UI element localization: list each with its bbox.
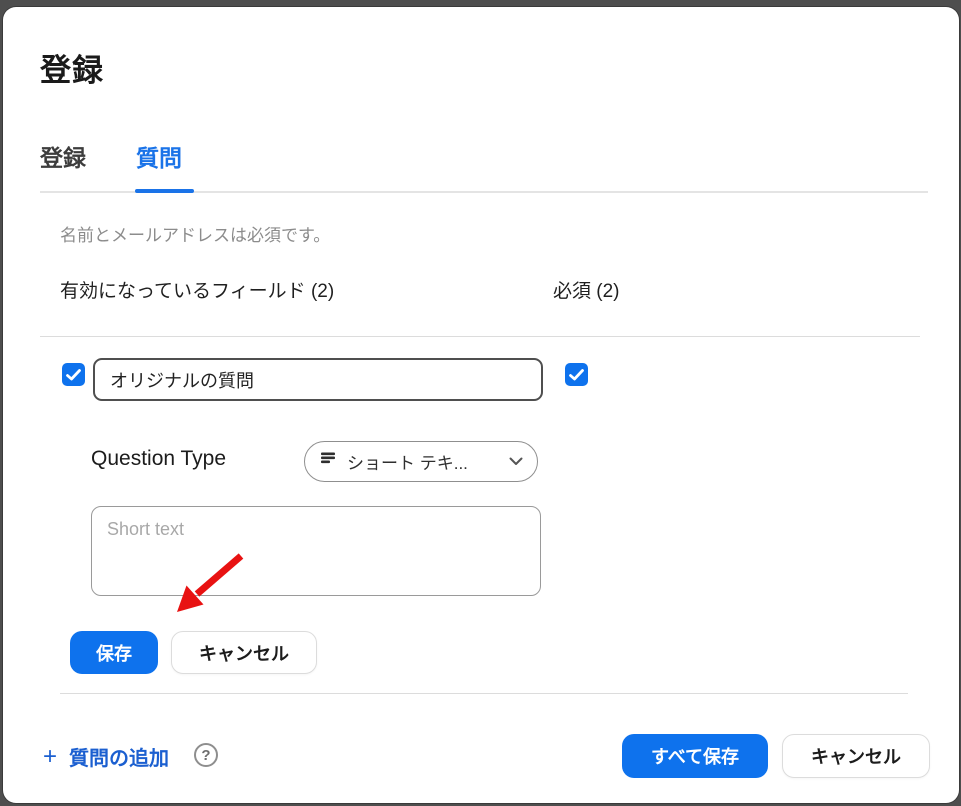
footer-divider — [60, 693, 908, 694]
tab-questions[interactable]: 質問 — [136, 139, 182, 173]
save-all-button[interactable]: すべて保存 — [622, 734, 768, 778]
short-text-icon — [321, 451, 337, 472]
checkmark-icon — [569, 369, 584, 381]
add-question-link[interactable]: + 質問の追加 — [43, 742, 169, 771]
question-type-value: ショート テキ... — [347, 449, 503, 474]
active-tab-underline — [135, 189, 194, 193]
answer-preview-textarea[interactable] — [91, 506, 541, 596]
question-type-select[interactable]: ショート テキ... — [304, 441, 538, 482]
tab-registration[interactable]: 登録 — [40, 139, 86, 173]
registration-dialog: 登録 登録 質問 名前とメールアドレスは必須です。 有効になっているフィールド … — [3, 7, 959, 803]
help-icon[interactable]: ? — [194, 743, 218, 767]
required-checkbox[interactable] — [565, 363, 588, 386]
question-mark-glyph: ? — [201, 747, 210, 764]
footer-cancel-button[interactable]: キャンセル — [782, 734, 930, 778]
add-question-label: 質問の追加 — [69, 742, 169, 771]
chevron-down-icon — [509, 453, 523, 471]
plus-icon: + — [43, 745, 57, 769]
save-button[interactable]: 保存 — [70, 631, 158, 674]
header-divider — [40, 336, 920, 337]
required-note: 名前とメールアドレスは必須です。 — [60, 221, 330, 246]
enabled-fields-header: 有効になっているフィールド (2) — [60, 276, 334, 303]
cancel-button[interactable]: キャンセル — [171, 631, 317, 674]
enabled-checkbox[interactable] — [62, 363, 85, 386]
question-text-input[interactable] — [93, 358, 543, 401]
question-type-label: Question Type — [91, 447, 226, 471]
required-header: 必須 (2) — [553, 276, 620, 303]
checkmark-icon — [66, 369, 81, 381]
screen: 登録 登録 質問 名前とメールアドレスは必須です。 有効になっているフィールド … — [0, 0, 961, 806]
dialog-title: 登録 — [40, 45, 104, 90]
